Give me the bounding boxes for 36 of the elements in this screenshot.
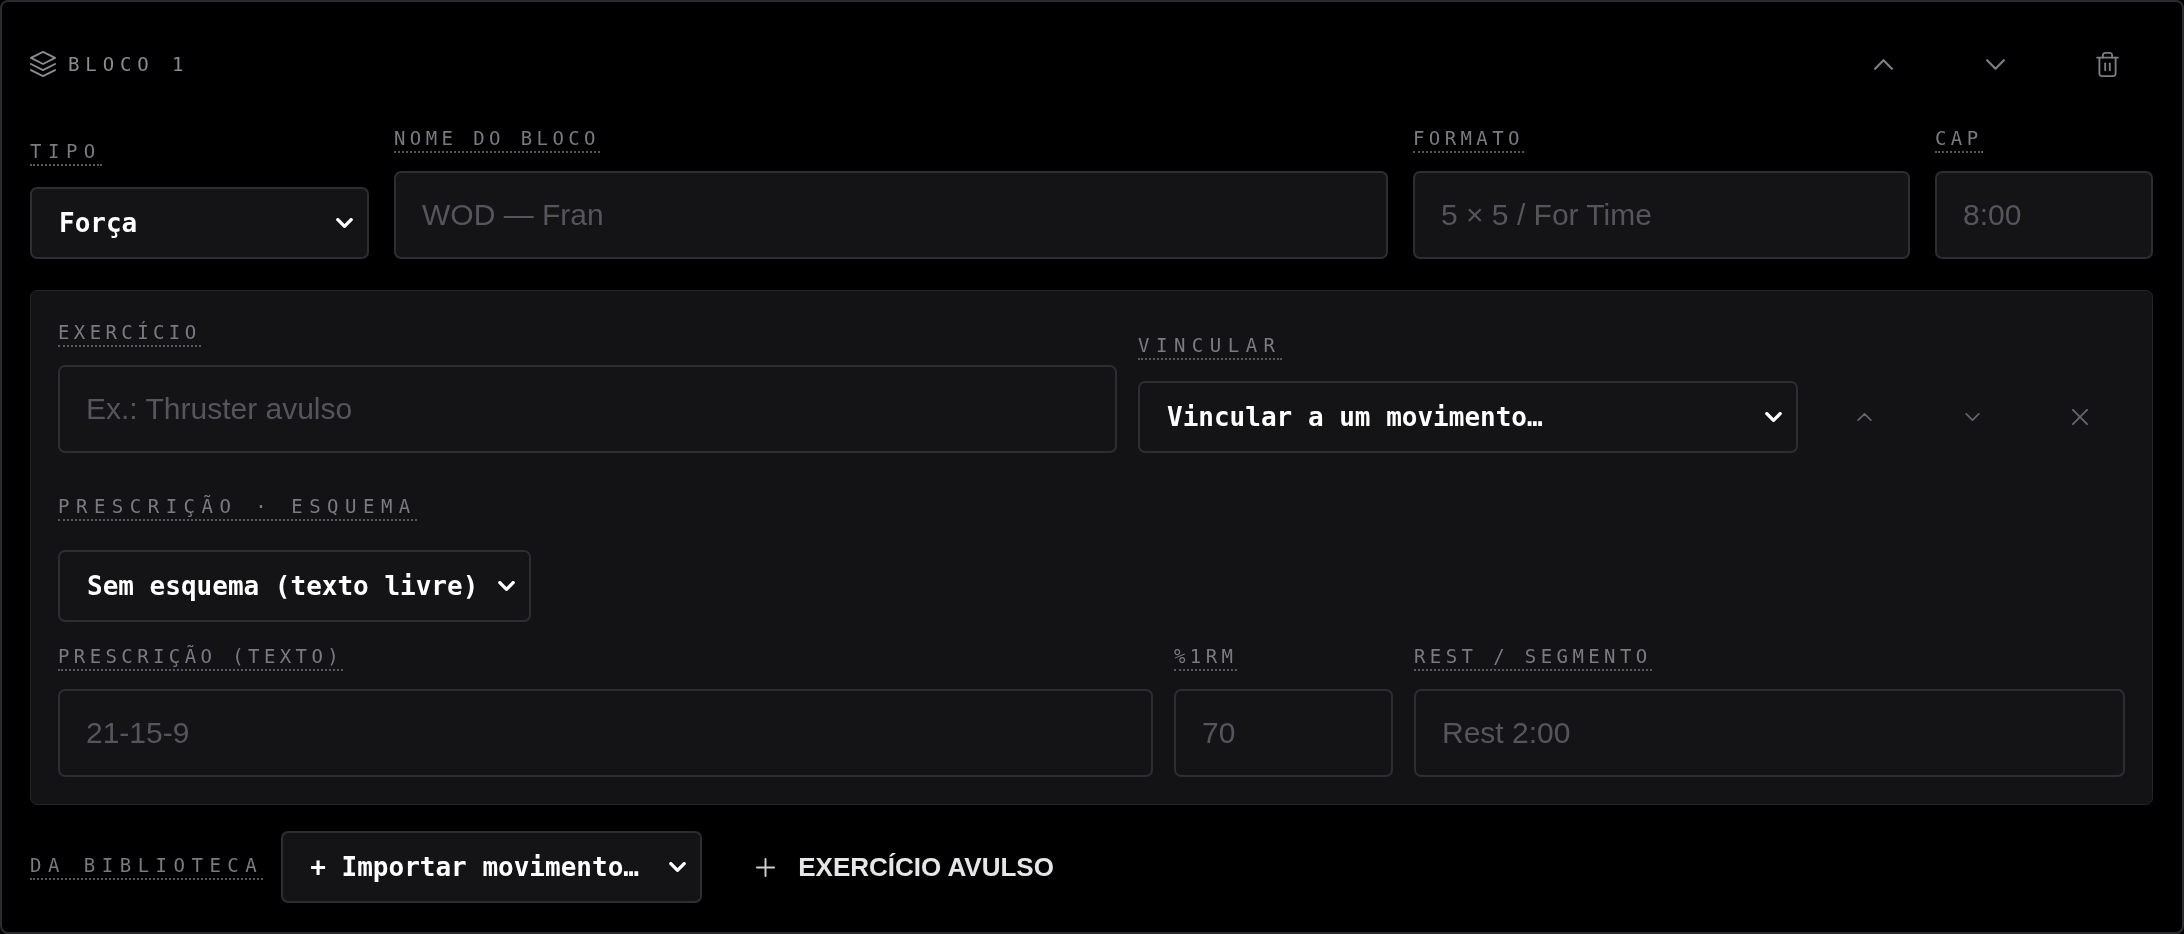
field-label: REST / SEGMENTO bbox=[1414, 645, 1652, 671]
text-input[interactable]: 70 bbox=[1174, 689, 1393, 777]
field-label: %1RM bbox=[1174, 645, 1238, 671]
dropdown[interactable]: Sem esquema (texto livre) bbox=[58, 550, 531, 622]
text-input[interactable]: 8:00 bbox=[1935, 171, 2153, 259]
text-input[interactable]: Rest 2:00 bbox=[1414, 689, 2125, 777]
field-label: DA BIBLIOTECA bbox=[30, 854, 264, 880]
field-label: NOME DO BLOCO bbox=[394, 127, 600, 153]
field-label: TIPO bbox=[30, 140, 102, 166]
dropdown[interactable]: Força bbox=[30, 187, 369, 259]
field-label: CAP bbox=[1935, 127, 1983, 153]
chevron-down-icon bbox=[1964, 413, 1980, 421]
trash-icon bbox=[2095, 51, 2119, 77]
add-exercise-button[interactable]: EXERCÍCIO AVULSO bbox=[738, 837, 1072, 897]
text-input[interactable]: 21-15-9 bbox=[58, 689, 1153, 777]
chevron-up-icon bbox=[1856, 413, 1872, 421]
text-input[interactable]: Ex.: Thruster avulso bbox=[58, 365, 1117, 453]
text-input[interactable]: WOD — Fran bbox=[394, 171, 1388, 259]
field-label: FORMATO bbox=[1413, 127, 1524, 153]
field-label: VINCULAR bbox=[1138, 334, 1282, 360]
field-label: PRESCRIÇÃO (TEXTO) bbox=[58, 645, 344, 671]
field-label: PRESCRIÇÃO · ESQUEMA bbox=[58, 495, 417, 521]
text-input[interactable]: 5 × 5 / For Time bbox=[1413, 171, 1910, 259]
chevron-down-icon bbox=[1765, 412, 1782, 422]
plus-icon bbox=[756, 857, 776, 877]
chevron-up-icon bbox=[1873, 58, 1893, 70]
chevron-down-icon bbox=[336, 218, 353, 228]
dropdown[interactable]: Vincular a um movimento… bbox=[1138, 381, 1798, 453]
dropdown[interactable]: + Importar movimento… bbox=[281, 831, 703, 903]
field-label: EXERCÍCIO bbox=[58, 321, 201, 347]
chevron-down-icon bbox=[669, 862, 687, 872]
layers-icon bbox=[30, 51, 56, 77]
chevron-down-icon bbox=[1985, 58, 2005, 70]
close-icon bbox=[2072, 409, 2088, 425]
block-title: BLOCO 1 bbox=[68, 53, 190, 75]
chevron-down-icon bbox=[498, 581, 515, 591]
